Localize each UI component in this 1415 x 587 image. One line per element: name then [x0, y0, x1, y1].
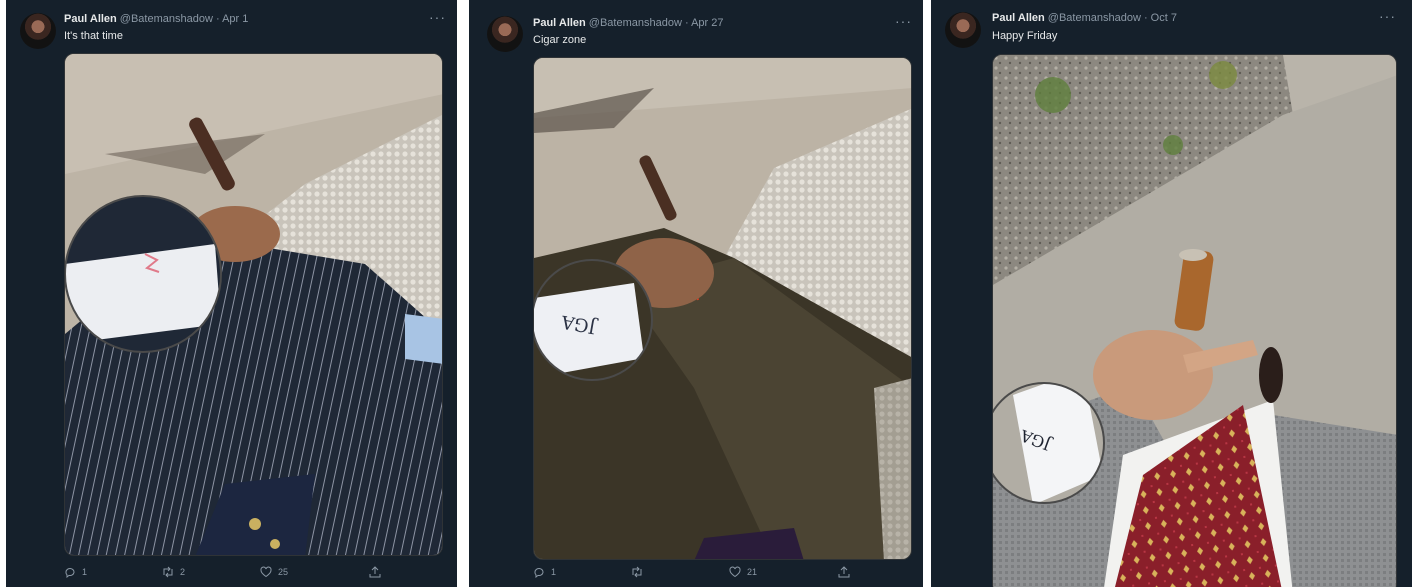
retweet-count: 2	[180, 567, 186, 577]
tweet-text: Happy Friday	[992, 30, 1058, 42]
author-name[interactable]: Paul Allen	[64, 13, 117, 25]
tweet-2[interactable]: Paul Allen @Batemanshadow · Apr 27 ··· Ci…	[469, 0, 923, 587]
like-count: 25	[278, 567, 289, 577]
like-count: 21	[747, 567, 758, 577]
like-button[interactable]: 25	[260, 566, 288, 578]
photo-cigar-olive-trousers: JGA	[534, 58, 911, 559]
photo-cigar-red-tie: JGA	[993, 55, 1396, 587]
author-name[interactable]: Paul Allen	[992, 12, 1045, 24]
reply-count: 1	[551, 567, 557, 577]
tweet-date[interactable]: · Apr 27	[685, 17, 724, 29]
more-icon[interactable]: ···	[429, 10, 446, 24]
tweet-photo[interactable]	[64, 53, 443, 556]
tweet-text: Cigar zone	[533, 34, 587, 46]
heart-icon	[729, 566, 741, 578]
tweet-photo[interactable]: JGA	[992, 54, 1397, 587]
author-handle[interactable]: @Batemanshadow	[1048, 12, 1141, 24]
photo-cigar-pinstripe	[65, 54, 442, 555]
tweet-header: Paul Allen @Batemanshadow · Apr 27	[533, 17, 723, 29]
retweet-button[interactable]: 2	[162, 566, 185, 578]
author-handle[interactable]: @Batemanshadow	[120, 13, 213, 25]
reply-count: 1	[82, 567, 88, 577]
share-icon	[369, 566, 381, 578]
like-button[interactable]: 21	[729, 566, 757, 578]
more-icon[interactable]: ···	[895, 14, 912, 28]
avatar[interactable]	[20, 13, 56, 49]
tweet-1[interactable]: Paul Allen @Batemanshadow · Apr 1 ··· It'…	[6, 0, 457, 587]
tweet-text: It's that time	[64, 30, 123, 42]
author-name[interactable]: Paul Allen	[533, 17, 586, 29]
retweet-icon	[163, 566, 173, 578]
more-icon[interactable]: ···	[1379, 9, 1396, 23]
tweet-date[interactable]: · Oct 7	[1144, 12, 1177, 24]
retweet-button[interactable]	[631, 566, 649, 578]
avatar[interactable]	[945, 12, 981, 48]
heart-icon	[260, 566, 272, 578]
reply-button[interactable]: 1	[533, 566, 556, 578]
tweet-header: Paul Allen @Batemanshadow · Apr 1	[64, 13, 248, 25]
tweet-photo[interactable]: JGA	[533, 57, 912, 560]
reply-icon	[65, 568, 75, 578]
tweet-date[interactable]: · Apr 1	[216, 13, 248, 25]
share-button[interactable]	[369, 566, 381, 578]
author-handle[interactable]: @Batemanshadow	[589, 17, 682, 29]
reply-button[interactable]: 1	[64, 566, 87, 578]
tweet-3[interactable]: Paul Allen @Batemanshadow · Oct 7 ··· Hap…	[931, 0, 1412, 587]
avatar[interactable]	[487, 16, 523, 52]
share-button[interactable]	[838, 566, 850, 578]
share-icon	[838, 566, 850, 578]
tweet-header: Paul Allen @Batemanshadow · Oct 7	[992, 12, 1177, 24]
retweet-icon	[632, 566, 642, 578]
reply-icon	[534, 568, 544, 578]
